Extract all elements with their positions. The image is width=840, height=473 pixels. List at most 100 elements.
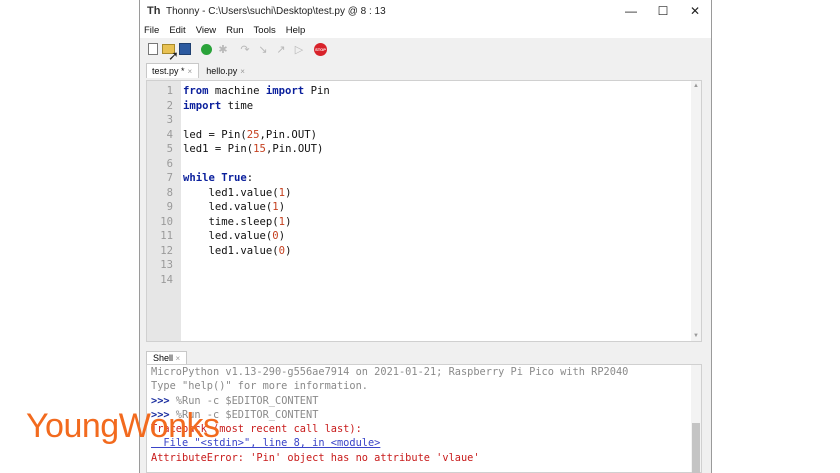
code-line: 10 time.sleep(1): [147, 215, 330, 230]
line-number: 12: [160, 244, 173, 257]
shell-help-hint: Type "help()" for more information.: [151, 380, 368, 393]
menu-tools[interactable]: Tools: [254, 25, 276, 36]
maximize-button[interactable]: ☐: [647, 4, 679, 18]
shell-prompt: >>>: [151, 394, 170, 407]
menu-view[interactable]: View: [196, 25, 216, 36]
code-token: while: [183, 172, 215, 184]
shell-error-message: AttributeError: 'Pin' object has no attr…: [151, 451, 480, 464]
code-line: 11 led.value(0): [147, 229, 330, 244]
code-token: import: [183, 99, 222, 112]
code-line: 4 led = Pin(25,Pin.OUT): [147, 128, 330, 143]
line-number: 6: [166, 157, 173, 170]
menu-help[interactable]: Help: [286, 25, 306, 36]
shell-command: %Run -c $EDITOR_CONTENT: [169, 394, 319, 407]
mouse-cursor-icon: ➚: [168, 48, 179, 63]
minimize-button[interactable]: —: [615, 4, 647, 18]
editor-tabs: test.py * × hello.py ×: [140, 60, 711, 78]
logo-part-wonks: Wonks: [118, 407, 220, 445]
code-token: ): [278, 201, 286, 213]
scroll-up-icon[interactable]: ▲: [693, 83, 699, 89]
code-token: led = Pin(: [183, 128, 247, 141]
step-out-icon[interactable]: ↗: [274, 42, 288, 56]
shell-tabbar: Shell ×: [146, 348, 188, 364]
line-number: 5: [166, 143, 173, 155]
code-line: 3: [147, 113, 330, 128]
code-text: led1.value(1): [183, 186, 292, 201]
code-token: True: [221, 172, 247, 184]
code-token: machine: [208, 85, 266, 97]
code-token: ,Pin.OUT): [265, 143, 324, 155]
code-text: led1.value(0): [183, 244, 292, 259]
shell-tab-label: Shell: [153, 353, 174, 363]
shell-tab-close-icon[interactable]: ×: [176, 354, 181, 363]
tab-shell[interactable]: Shell ×: [146, 351, 188, 364]
code-line: 14: [147, 273, 330, 288]
line-number: 13: [160, 259, 173, 271]
shell-scrollbar[interactable]: [691, 365, 701, 473]
code-line: 7 while True:: [147, 171, 330, 186]
code-token: time: [221, 99, 254, 112]
code-line: 1 from machine import Pin: [147, 84, 330, 99]
shell-traceback-file-link[interactable]: File "<stdin>", line 8, in <module>: [147, 436, 701, 450]
code-token: led.value(: [183, 230, 273, 242]
step-over-icon[interactable]: ↷: [238, 42, 252, 56]
code-area[interactable]: 1 from machine import Pin 2 import time 3 4 le…: [147, 84, 330, 288]
debug-icon[interactable]: ✱: [216, 42, 230, 56]
code-text: led1 = Pin(15,Pin.OUT): [183, 142, 323, 157]
shell-scroll-thumb[interactable]: [692, 423, 700, 473]
menu-bar: File Edit View Run Tools Help: [140, 22, 711, 38]
editor-scrollbar[interactable]: ▲ ▼: [691, 81, 701, 341]
step-into-icon[interactable]: ↘: [256, 42, 270, 56]
code-token: 15: [253, 143, 266, 155]
code-token: ): [278, 230, 286, 242]
code-line: 2 import time: [147, 99, 330, 114]
save-icon[interactable]: [179, 43, 191, 55]
code-line: 12 led1.value(0): [147, 244, 330, 259]
tab-test-py[interactable]: test.py * ×: [146, 63, 200, 78]
line-number: 4: [166, 128, 173, 141]
menu-file[interactable]: File: [144, 25, 159, 36]
thonny-window: Th Thonny - C:\Users\suchi\Desktop\test.…: [139, 0, 712, 473]
code-text: from machine import Pin: [183, 84, 330, 99]
code-token: led.value(: [183, 201, 273, 213]
code-line: 8 led1.value(1): [147, 186, 330, 201]
code-token: import: [265, 85, 305, 97]
code-line: 9 led.value(1): [147, 200, 330, 215]
code-text: led = Pin(25,Pin.OUT): [183, 128, 317, 143]
code-line: 13: [147, 258, 330, 273]
menu-run[interactable]: Run: [226, 25, 243, 36]
code-line: 6: [147, 157, 330, 172]
code-text: led.value(0): [183, 229, 286, 244]
line-number: 3: [166, 114, 173, 126]
tab-hello-py[interactable]: hello.py ×: [201, 64, 251, 78]
tab-close-icon[interactable]: ×: [188, 67, 193, 76]
window-title: Thonny - C:\Users\suchi\Desktop\test.py …: [166, 5, 386, 17]
code-text: import time: [183, 99, 253, 114]
code-token: led1.value(: [183, 186, 279, 199]
code-token: ): [285, 186, 292, 199]
new-file-icon[interactable]: [148, 43, 158, 55]
code-token: ,Pin.OUT): [259, 128, 317, 141]
code-token: Pin: [304, 85, 330, 97]
code-token: led1.value(: [183, 244, 279, 257]
line-number: 10: [160, 215, 173, 228]
shell-run-line: >>> %Run -c $EDITOR_CONTENT: [147, 394, 701, 408]
code-token: ): [285, 215, 292, 228]
resume-icon[interactable]: ▷: [292, 42, 306, 56]
shell-run-line: >>> %Run -c $EDITOR_CONTENT: [147, 408, 701, 422]
tab-label: test.py *: [152, 66, 185, 76]
shell-banner: MicroPython v1.13-290-g556ae7914 on 2021…: [151, 366, 629, 378]
shell-console[interactable]: MicroPython v1.13-290-g556ae7914 on 2021…: [146, 364, 702, 473]
shell-traceback-head: Traceback (most recent call last):: [151, 423, 362, 436]
scroll-down-icon[interactable]: ▼: [693, 333, 699, 339]
logo-part-young: Young: [26, 407, 119, 445]
close-button[interactable]: ✕: [679, 4, 711, 18]
code-token: ): [285, 244, 292, 257]
code-editor[interactable]: 1 from machine import Pin 2 import time 3 4 le…: [146, 80, 702, 342]
stop-icon[interactable]: STOP: [314, 42, 327, 56]
run-icon[interactable]: [201, 43, 212, 55]
menu-edit[interactable]: Edit: [169, 25, 185, 36]
line-number: 11: [160, 230, 173, 242]
tab-close-icon[interactable]: ×: [240, 67, 245, 76]
code-token: :: [246, 172, 254, 184]
